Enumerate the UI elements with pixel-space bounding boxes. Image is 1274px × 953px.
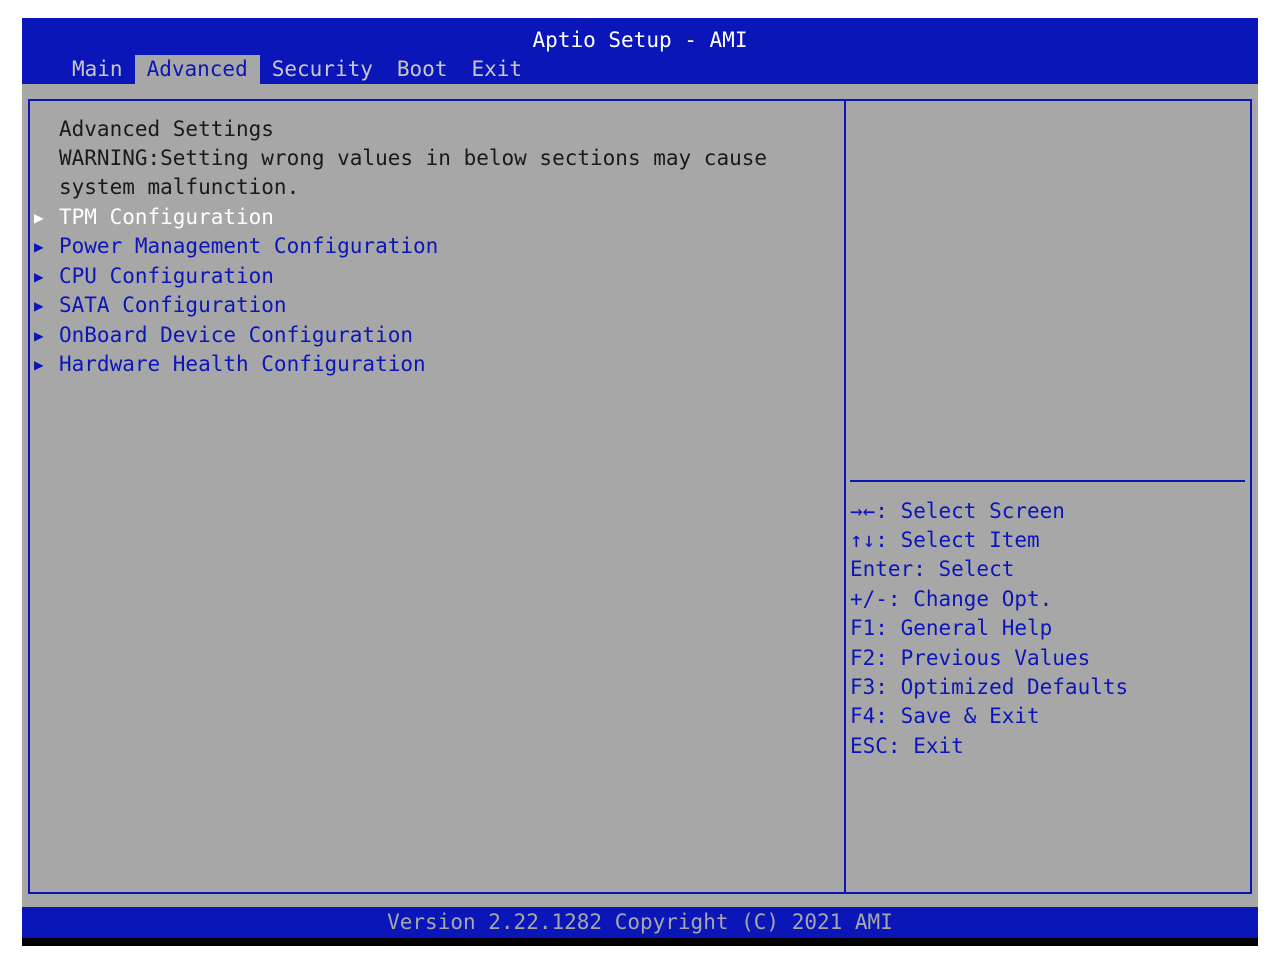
warning-text-continued: system malfunction. [59,175,300,199]
submenu-arrow-icon: ▶ [34,208,44,227]
tab-boot[interactable]: Boot [385,55,460,84]
menu-item-label: TPM Configuration [59,205,274,229]
menu-item-tpm-configuration[interactable]: ▶ TPM Configuration [34,203,274,232]
help-key-esc: ESC: Exit [850,734,964,758]
warning-text: WARNING:Setting wrong values in below se… [59,146,768,170]
menu-item-hardware-health-configuration[interactable]: ▶ Hardware Health Configuration [34,350,426,379]
tab-exit[interactable]: Exit [459,55,534,84]
submenu-arrow-icon: ▶ [34,296,44,315]
help-key-f1: F1: General Help [850,616,1053,640]
help-divider [850,480,1245,482]
menu-item-label: SATA Configuration [59,293,287,317]
menu-item-label: Hardware Health Configuration [59,352,426,376]
help-key-f2: F2: Previous Values [850,646,1091,670]
tab-bar: Main Advanced Security Boot Exit [60,55,534,84]
help-key-f3: F3: Optimized Defaults [850,675,1129,699]
submenu-arrow-icon: ▶ [34,326,44,345]
help-key-f4: F4: Save & Exit [850,704,1040,728]
version-footer: Version 2.22.1282 Copyright (C) 2021 AMI [22,907,1258,938]
menu-item-cpu-configuration[interactable]: ▶ CPU Configuration [34,262,274,291]
help-key-select-item: ↑↓: Select Item [850,528,1040,552]
help-key-enter: Enter: Select [850,557,1015,581]
section-heading: Advanced Settings [59,117,274,141]
tab-security[interactable]: Security [260,55,385,84]
menu-item-power-management-configuration[interactable]: ▶ Power Management Configuration [34,232,438,261]
submenu-arrow-icon: ▶ [34,267,44,286]
submenu-arrow-icon: ▶ [34,237,44,256]
header-bar: Aptio Setup - AMI Main Advanced Security… [22,18,1258,84]
tab-main[interactable]: Main [60,55,135,84]
menu-item-label: Power Management Configuration [59,234,439,258]
app-title: Aptio Setup - AMI [532,28,748,52]
menu-item-sata-configuration[interactable]: ▶ SATA Configuration [34,291,287,320]
menu-item-label: OnBoard Device Configuration [59,323,414,347]
menu-item-onboard-device-configuration[interactable]: ▶ OnBoard Device Configuration [34,321,413,350]
submenu-arrow-icon: ▶ [34,355,44,374]
tab-advanced[interactable]: Advanced [134,55,260,84]
help-key-change-opt: +/-: Change Opt. [850,587,1053,611]
menu-item-label: CPU Configuration [59,264,274,288]
help-key-select-screen: →←: Select Screen [850,499,1065,523]
